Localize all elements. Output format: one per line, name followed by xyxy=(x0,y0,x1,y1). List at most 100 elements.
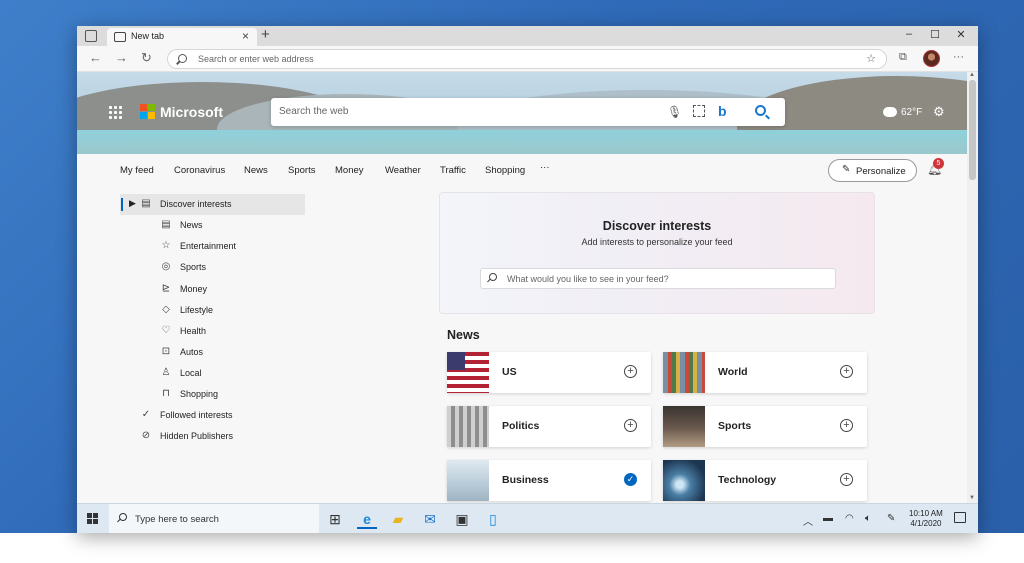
bag-icon: ⊓ xyxy=(162,388,170,399)
followed-check-icon[interactable]: ✓ xyxy=(624,473,637,486)
forward-button[interactable]: → xyxy=(115,50,128,65)
task-view-icon[interactable]: ⊞ xyxy=(325,509,345,529)
search-icon xyxy=(119,513,127,521)
back-button[interactable]: ← xyxy=(89,50,102,65)
check-circle-icon: ✓ xyxy=(141,409,151,420)
battery-icon[interactable]: ▬ xyxy=(823,513,833,524)
caret-right-icon[interactable]: ▶ xyxy=(129,198,136,209)
windows-start-icon[interactable] xyxy=(87,513,99,525)
sidebar-item-hidden-publishers[interactable]: ⊘ Hidden Publishers xyxy=(120,426,305,447)
volume-icon[interactable]: 🔈︎ xyxy=(865,513,871,524)
hero-banner: Microsoft Search the web 🎙︎ b 62°F ⚙ xyxy=(77,72,967,154)
sidebar-item-entertainment[interactable]: ☆ Entertainment xyxy=(120,236,305,257)
discover-subtitle: Add interests to personalize your feed xyxy=(581,237,733,247)
sidebar-item-followed-interests[interactable]: ✓ Followed interests xyxy=(120,405,305,426)
feed-tab-shopping[interactable]: Shopping xyxy=(485,165,525,176)
star-icon: ☆ xyxy=(161,240,171,251)
feed-tab-traffic[interactable]: Traffic xyxy=(440,165,466,176)
microphone-icon[interactable]: 🎙︎ xyxy=(667,105,682,119)
sidebar-item-label: Lifestyle xyxy=(180,305,214,315)
apps-launcher-icon[interactable] xyxy=(109,106,123,120)
notification-badge: 5 xyxy=(933,158,944,169)
add-topic-icon[interactable]: + xyxy=(840,473,853,486)
browser-window: New tab × + – ☐ ✕ ← → ↻ Search or enter … xyxy=(77,26,978,533)
weather-temperature[interactable]: 62°F xyxy=(901,107,922,118)
windows-taskbar: Type here to search ⊞ e ▰ ✉ ▣ ▯ ︿ ▬ ◠ 🔈︎… xyxy=(77,503,978,533)
world-flags-image xyxy=(663,352,705,393)
sidebar-item-label: Money xyxy=(180,284,208,294)
weather-partly-sunny-icon[interactable] xyxy=(881,104,897,117)
profile-avatar[interactable] xyxy=(923,50,940,67)
store-icon[interactable]: ▣ xyxy=(452,509,472,529)
feed-tab-sports[interactable]: Sports xyxy=(288,165,315,176)
business-image xyxy=(447,460,489,501)
favorite-star-icon[interactable]: ☆ xyxy=(866,52,876,65)
pen-workspace-icon[interactable]: ✎ xyxy=(887,513,895,524)
scroll-thumb[interactable] xyxy=(969,80,976,180)
visual-search-icon[interactable] xyxy=(693,105,705,117)
topic-card-business[interactable]: Business ✓ xyxy=(447,460,651,501)
edge-browser-icon[interactable]: e xyxy=(357,509,377,529)
interest-search-input[interactable]: What would you like to see in your feed? xyxy=(480,268,836,289)
add-topic-icon[interactable]: + xyxy=(840,419,853,432)
tab-new-tab[interactable]: New tab × xyxy=(107,28,257,46)
mail-icon[interactable]: ✉ xyxy=(420,509,440,529)
feed-tab-news[interactable]: News xyxy=(244,165,268,176)
topic-card-technology[interactable]: Technology + xyxy=(663,460,867,501)
sidebar-item-lifestyle[interactable]: ◇ Lifestyle xyxy=(120,300,305,321)
wifi-icon[interactable]: ◠ xyxy=(845,513,854,524)
selection-indicator xyxy=(121,198,123,211)
topic-card-sports[interactable]: Sports + xyxy=(663,406,867,447)
technology-image xyxy=(663,460,705,501)
close-button[interactable]: ✕ xyxy=(949,28,973,41)
sidebar-item-money[interactable]: ⊵ Money xyxy=(120,279,305,300)
discover-interests-card: Discover interests Add interests to pers… xyxy=(439,192,875,314)
feed-tab-my-feed[interactable]: My feed xyxy=(120,165,154,176)
system-clock[interactable]: 10:10 AM 4/1/2020 xyxy=(909,509,943,529)
address-input[interactable]: Search or enter web address ☆ xyxy=(167,49,887,69)
personalize-button[interactable]: ✎ Personalize xyxy=(828,159,917,182)
add-topic-icon[interactable]: + xyxy=(624,365,637,378)
bing-logo-icon[interactable]: b xyxy=(718,103,727,119)
tab-actions-icon[interactable] xyxy=(85,30,97,42)
scroll-down-icon[interactable]: ▼ xyxy=(969,495,975,501)
tab-close-icon[interactable]: × xyxy=(242,29,249,43)
web-search-input[interactable]: Search the web 🎙︎ b xyxy=(271,98,785,126)
sidebar-item-news[interactable]: ▤ News xyxy=(120,215,305,236)
sidebar-item-discover-interests[interactable]: ▶ ▤ Discover interests xyxy=(120,194,305,215)
settings-gear-icon[interactable]: ⚙ xyxy=(933,104,945,120)
phone-icon[interactable]: ▯ xyxy=(483,509,503,529)
feed-navigation: My feed Coronavirus News Sports Money We… xyxy=(77,154,967,186)
topic-card-world[interactable]: World + xyxy=(663,352,867,393)
feed-tab-weather[interactable]: Weather xyxy=(385,165,421,176)
more-menu-button[interactable]: ··· xyxy=(953,51,964,63)
maximize-button[interactable]: ☐ xyxy=(923,28,947,41)
topic-card-politics[interactable]: Politics + xyxy=(447,406,651,447)
feed-tab-coronavirus[interactable]: Coronavirus xyxy=(174,165,225,176)
sidebar-item-local[interactable]: ♙ Local xyxy=(120,363,305,384)
taskbar-search-input[interactable]: Type here to search xyxy=(109,504,319,533)
feed-more-button[interactable]: ··· xyxy=(540,162,550,173)
feed-tab-money[interactable]: Money xyxy=(335,165,364,176)
discover-title: Discover interests xyxy=(602,219,712,233)
file-explorer-icon[interactable]: ▰ xyxy=(388,509,408,529)
topic-card-us[interactable]: US + xyxy=(447,352,651,393)
scroll-up-icon[interactable]: ▲ xyxy=(969,72,975,78)
reload-button[interactable]: ↻ xyxy=(141,50,152,66)
sidebar-item-sports[interactable]: ◎ Sports xyxy=(120,257,305,278)
sidebar-item-health[interactable]: ♡ Health xyxy=(120,321,305,342)
topic-label: US xyxy=(502,366,517,378)
pencil-icon: ✎ xyxy=(842,164,851,175)
add-topic-icon[interactable]: + xyxy=(840,365,853,378)
page-scrollbar[interactable]: ▲ ▼ xyxy=(967,72,978,503)
news-section-heading: News xyxy=(447,328,480,342)
sidebar-item-autos[interactable]: ⊡ Autos xyxy=(120,342,305,363)
collections-icon[interactable]: ⧉ xyxy=(899,51,907,64)
action-center-icon[interactable] xyxy=(954,512,966,523)
new-tab-button[interactable]: + xyxy=(261,26,270,43)
sidebar-item-shopping[interactable]: ⊓ Shopping xyxy=(120,384,305,405)
show-hidden-icons-icon[interactable]: ︿ xyxy=(803,513,813,528)
search-button-icon[interactable] xyxy=(755,105,766,116)
minimize-button[interactable]: – xyxy=(897,28,921,40)
add-topic-icon[interactable]: + xyxy=(624,419,637,432)
